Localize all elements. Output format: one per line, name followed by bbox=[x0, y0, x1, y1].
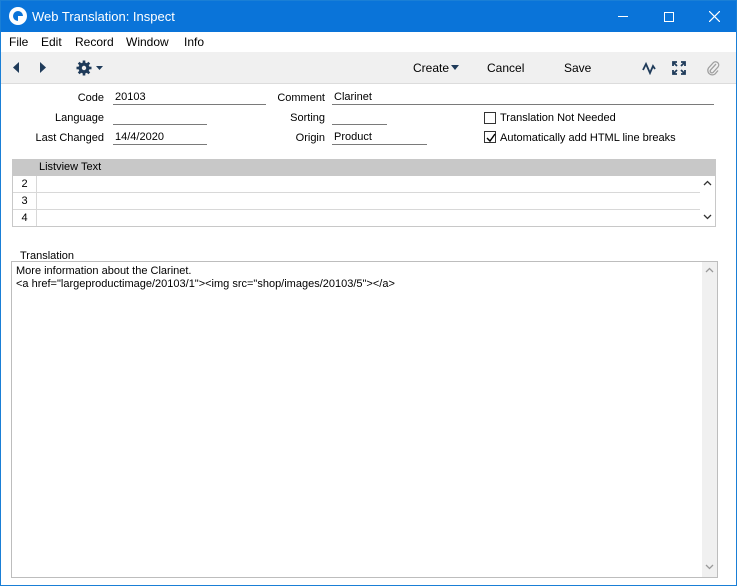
menu-window[interactable]: Window bbox=[126, 35, 169, 49]
title-bar: Web Translation: Inspect bbox=[1, 1, 736, 32]
code-field[interactable]: 20103 bbox=[113, 91, 266, 105]
activity-icon[interactable] bbox=[642, 61, 656, 75]
menu-record[interactable]: Record bbox=[75, 35, 114, 49]
menu-edit[interactable]: Edit bbox=[41, 35, 62, 49]
last-changed-field[interactable]: 14/4/2020 bbox=[113, 131, 207, 145]
window-title: Web Translation: Inspect bbox=[32, 9, 175, 24]
maximize-icon bbox=[664, 11, 674, 22]
previous-record-icon[interactable] bbox=[11, 61, 21, 74]
row-number: 2 bbox=[13, 176, 37, 192]
comment-field[interactable]: Clarinet bbox=[332, 91, 714, 105]
last-changed-label: Last Changed bbox=[35, 132, 105, 144]
table-row[interactable]: 2 bbox=[13, 176, 700, 193]
close-icon bbox=[708, 11, 720, 22]
origin-label: Origin bbox=[295, 132, 325, 144]
scroll-down-icon[interactable] bbox=[703, 214, 712, 220]
save-button[interactable]: Save bbox=[564, 61, 591, 75]
translation-not-needed-label: Translation Not Needed bbox=[500, 112, 616, 124]
language-label: Language bbox=[55, 112, 104, 124]
toolbar: Create Cancel Save bbox=[1, 52, 736, 84]
expand-icon[interactable] bbox=[672, 61, 686, 75]
close-button[interactable] bbox=[691, 1, 737, 32]
chevron-down-icon bbox=[451, 65, 459, 70]
menu-info[interactable]: Info bbox=[184, 35, 204, 49]
checkmark-icon bbox=[486, 133, 496, 143]
listview-header: Listview Text bbox=[13, 160, 715, 176]
listview-grid: Listview Text 2 3 4 bbox=[12, 159, 716, 227]
create-button[interactable]: Create bbox=[413, 61, 449, 75]
translation-textarea[interactable]: More information about the Clarinet. <a … bbox=[11, 261, 718, 578]
scroll-up-icon[interactable] bbox=[703, 180, 712, 186]
translation-scrollbar[interactable] bbox=[702, 262, 717, 577]
menu-bar: File Edit Record Window Info bbox=[1, 32, 736, 52]
comment-label: Comment bbox=[277, 92, 325, 104]
attachment-icon[interactable] bbox=[706, 60, 720, 76]
cancel-button[interactable]: Cancel bbox=[487, 61, 524, 75]
translation-not-needed-checkbox[interactable] bbox=[484, 112, 496, 124]
gear-icon[interactable] bbox=[76, 60, 106, 76]
maximize-button[interactable] bbox=[646, 1, 692, 32]
next-record-icon[interactable] bbox=[38, 61, 48, 74]
translation-text: More information about the Clarinet. <a … bbox=[16, 265, 395, 290]
origin-field[interactable]: Product bbox=[332, 131, 427, 145]
scroll-down-icon[interactable] bbox=[705, 564, 714, 570]
listview-header-label: Listview Text bbox=[39, 161, 102, 173]
language-field[interactable] bbox=[113, 111, 207, 125]
code-label: Code bbox=[77, 92, 104, 104]
sorting-label: Sorting bbox=[290, 112, 325, 124]
row-number: 4 bbox=[13, 210, 37, 226]
table-row[interactable]: 4 bbox=[13, 210, 700, 227]
table-row[interactable]: 3 bbox=[13, 193, 700, 210]
minimize-icon bbox=[618, 16, 628, 17]
app-icon bbox=[9, 7, 27, 25]
row-number: 3 bbox=[13, 193, 37, 209]
menu-file[interactable]: File bbox=[9, 35, 28, 49]
window: Web Translation: Inspect File Edit Recor… bbox=[0, 0, 737, 586]
sorting-field[interactable] bbox=[332, 111, 387, 125]
auto-html-label: Automatically add HTML line breaks bbox=[500, 132, 676, 144]
listview-scrollbar[interactable] bbox=[700, 176, 715, 226]
auto-html-checkbox[interactable] bbox=[484, 131, 496, 143]
scroll-up-icon[interactable] bbox=[705, 267, 714, 273]
minimize-button[interactable] bbox=[600, 1, 646, 32]
